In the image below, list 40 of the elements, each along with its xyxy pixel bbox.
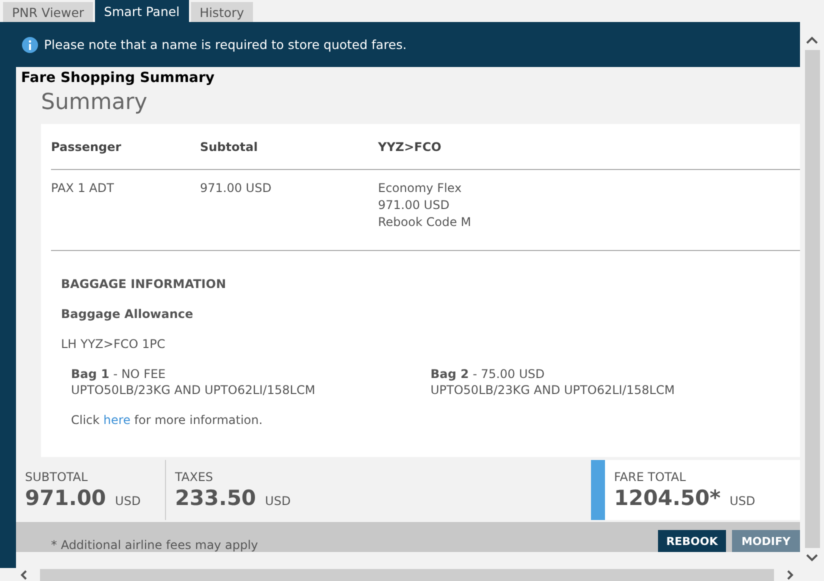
here-link[interactable]: here bbox=[103, 413, 130, 427]
info-text: Click here for more information. bbox=[71, 413, 264, 427]
bag-rule: UPTO50LB/23KG AND UPTO62LI/158LCM bbox=[430, 383, 676, 397]
footnote: * Additional airline fees may apply bbox=[51, 538, 258, 552]
currency-label: USD bbox=[730, 494, 756, 508]
info-icon bbox=[22, 36, 38, 52]
scroll-up-icon[interactable] bbox=[806, 36, 818, 44]
column-header: YYZ>FCO bbox=[378, 140, 442, 154]
scroll-down-icon[interactable] bbox=[806, 554, 818, 562]
total-amount: 233.50 bbox=[175, 486, 256, 510]
modify-button[interactable]: MODIFY bbox=[732, 530, 800, 552]
scroll-left-icon[interactable] bbox=[20, 570, 28, 580]
bag-rule: UPTO50LB/23KG AND UPTO62LI/158LCM bbox=[71, 383, 316, 397]
scroll-right-icon[interactable] bbox=[786, 570, 794, 580]
total-amount: 971.00 bbox=[25, 486, 106, 510]
section-heading: BAGGAGE INFORMATION bbox=[61, 277, 227, 291]
tab[interactable]: Smart Panel bbox=[95, 0, 189, 22]
table-cell: Rebook Code M bbox=[378, 215, 472, 229]
route-text: LH YYZ>FCO 1PC bbox=[61, 337, 166, 351]
section-subheading: Baggage Allowance bbox=[61, 307, 194, 321]
currency-label: USD bbox=[265, 494, 291, 508]
total-amount: 1204.50* bbox=[614, 486, 721, 510]
table-cell-text: 971.00 USD bbox=[200, 181, 272, 197]
column-header: Passenger bbox=[51, 140, 122, 154]
table-cell-text: 971.00 USD bbox=[378, 198, 450, 212]
summary-heading: Summary bbox=[40, 89, 148, 117]
bag-title: Bag 1 - NO FEE bbox=[71, 367, 167, 381]
currency-label: USD bbox=[115, 494, 141, 508]
column-header: Subtotal bbox=[200, 140, 259, 154]
table-cell-text: PAX 1 ADT bbox=[51, 181, 115, 197]
total-label: FARE TOTAL bbox=[614, 470, 687, 484]
panel-title: Fare Shopping Summary bbox=[20, 69, 216, 86]
total-label: TAXES bbox=[175, 470, 214, 484]
tab[interactable]: PNR Viewer bbox=[3, 2, 94, 22]
tab[interactable]: History bbox=[190, 2, 254, 22]
rebook-button[interactable]: REBOOK bbox=[658, 530, 726, 552]
table-cell-text: Economy Flex bbox=[378, 181, 463, 195]
notice-text: Please note that a name is required to store quoted fares. bbox=[44, 37, 407, 52]
bag-title: Bag 2 - 75.00 USD bbox=[430, 367, 546, 381]
total-label: SUBTOTAL bbox=[25, 470, 89, 484]
